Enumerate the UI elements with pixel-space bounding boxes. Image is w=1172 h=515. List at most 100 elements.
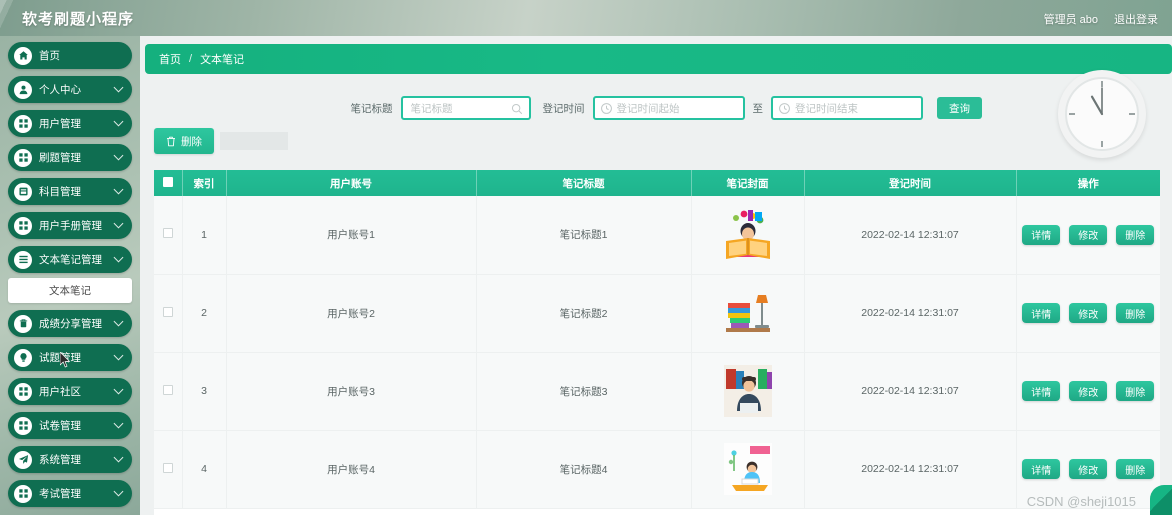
sidebar-item-11[interactable]: 系统管理 [8, 446, 132, 473]
sidebar-item-4[interactable]: 科目管理 [8, 178, 132, 205]
sidebar-item-label: 试题管理 [39, 352, 81, 364]
batch-delete-button[interactable]: 删除 [154, 128, 214, 154]
chevron-down-icon[interactable] [113, 184, 124, 195]
current-user-label: 管理员 abo [1043, 14, 1098, 26]
row-op-button-0[interactable]: 详情 [1022, 459, 1061, 479]
header-note-cover: 笔记封面 [691, 170, 805, 196]
sidebar-item-label: 文本笔记管理 [39, 254, 102, 266]
date-range-separator: 至 [752, 102, 764, 115]
chevron-down-icon[interactable] [113, 150, 124, 161]
book-icon [14, 182, 32, 201]
grid-icon [14, 484, 32, 503]
row-op-button-1[interactable]: 修改 [1069, 381, 1108, 401]
notes-table-container[interactable]: 索引 用户账号 笔记标题 笔记封面 登记时间 操作 1 用户账号1 笔记标题1 202… [154, 170, 1160, 515]
sidebar-item-12[interactable]: 考试管理 [8, 480, 132, 507]
logout-link[interactable]: 退出登录 [1114, 11, 1158, 27]
register-time-start-input[interactable]: 登记时间起始 [592, 96, 745, 120]
row-register-time: 2022-02-14 12:31:07 [804, 430, 1017, 509]
chevron-down-icon[interactable] [113, 116, 124, 127]
row-note-cover[interactable] [691, 430, 805, 509]
row-operations-cell: 详情 修改 删除 [1016, 352, 1160, 431]
sidebar-item-label: 考试管理 [39, 488, 81, 500]
sidebar-item-label: 用户社区 [39, 386, 81, 398]
row-op-button-2[interactable]: 删除 [1116, 303, 1155, 323]
sidebar-item-label: 首页 [39, 50, 60, 62]
row-checkbox[interactable] [162, 384, 173, 395]
sidebar-item-3[interactable]: 刷题管理 [8, 144, 132, 171]
sidebar-item-2[interactable]: 用户管理 [8, 110, 132, 137]
sidebar-item-1[interactable]: 个人中心 [8, 76, 132, 103]
note-cover-image[interactable] [722, 441, 774, 497]
sidebar-item-9[interactable]: 用户社区 [8, 378, 132, 405]
chevron-down-icon[interactable] [113, 316, 124, 327]
sidebar-item-0[interactable]: 首页 [8, 42, 132, 69]
row-checkbox[interactable] [162, 462, 173, 473]
row-account: 用户账号2 [226, 274, 477, 353]
sidebar-item-10[interactable]: 试卷管理 [8, 412, 132, 439]
sidebar-submenu-item-text-note[interactable]: 文本笔记 [8, 278, 132, 303]
sidebar-item-8[interactable]: 试题管理 [8, 344, 132, 371]
select-all-header[interactable] [154, 170, 183, 196]
row-op-button-2[interactable]: 删除 [1116, 459, 1155, 479]
table-row[interactable]: 3 用户账号3 笔记标题3 2022-02-14 12:31:07 详情 修改 删除 [154, 352, 1160, 431]
row-register-time: 2022-02-14 12:31:07 [804, 196, 1017, 275]
note-cover-image[interactable] [722, 285, 774, 341]
row-checkbox[interactable] [162, 306, 173, 317]
row-note-cover[interactable] [691, 196, 805, 275]
row-select-cell[interactable] [154, 274, 183, 353]
table-row[interactable]: 4 用户账号4 笔记标题4 2022-02-14 12:31:07 详情 修改 删除 [154, 430, 1160, 509]
sidebar-item-5[interactable]: 用户手册管理 [8, 212, 132, 239]
chevron-down-icon[interactable] [113, 418, 124, 429]
chevron-down-icon[interactable] [113, 384, 124, 395]
row-note-cover[interactable] [691, 352, 805, 431]
row-checkbox[interactable] [162, 228, 173, 239]
row-note-title: 笔记标题3 [476, 352, 692, 431]
note-cover-image[interactable] [722, 207, 774, 263]
row-note-cover[interactable] [691, 274, 805, 353]
row-op-button-1[interactable]: 修改 [1069, 224, 1108, 245]
grid-icon [14, 114, 32, 133]
chevron-down-icon[interactable] [113, 350, 124, 361]
chevron-down-icon[interactable] [113, 82, 124, 93]
breadcrumb-home[interactable]: 首页 [159, 51, 181, 67]
chevron-down-icon[interactable] [113, 486, 124, 497]
select-all-checkbox[interactable] [162, 176, 173, 187]
send-icon [14, 450, 32, 469]
table-toolbar: 删除 [154, 128, 288, 154]
row-operations-cell: 详情 修改 删除 [1016, 196, 1160, 275]
row-select-cell[interactable] [154, 352, 183, 431]
page-root: 软考刷题小程序 管理员 abo 退出登录 首页 个人中心 用户管理 刷题管理 科目管理用… [0, 0, 1172, 515]
row-op-button-2[interactable]: 删除 [1116, 224, 1155, 245]
bulb-icon [14, 348, 32, 367]
table-row[interactable]: 2 用户账号2 笔记标题2 2022-02-14 12:31:07 详情 修改 删除 [154, 274, 1160, 353]
row-select-cell[interactable] [154, 430, 183, 509]
sidebar-item-7[interactable]: 成绩分享管理 [8, 310, 132, 337]
row-op-button-0[interactable]: 详情 [1022, 224, 1061, 245]
sidebar-submenu-label: 文本笔记 [49, 285, 91, 297]
chevron-down-icon[interactable] [113, 252, 124, 263]
breadcrumb-current: 文本笔记 [200, 54, 245, 66]
row-op-button-1[interactable]: 修改 [1069, 303, 1108, 323]
row-index: 2 [182, 274, 227, 353]
row-register-time: 2022-02-14 12:31:07 [804, 274, 1017, 353]
notes-table: 索引 用户账号 笔记标题 笔记封面 登记时间 操作 1 用户账号1 笔记标题1 202… [154, 170, 1160, 509]
table-row[interactable]: 1 用户账号1 笔记标题1 2022-02-14 12:31:07 详情 修改 删除 [154, 196, 1160, 275]
row-select-cell[interactable] [154, 196, 183, 275]
table-head: 索引 用户账号 笔记标题 笔记封面 登记时间 操作 [154, 170, 1160, 196]
chevron-down-icon[interactable] [113, 218, 124, 229]
sidebar-item-6[interactable]: 文本笔记管理 [8, 246, 132, 273]
row-op-button-1[interactable]: 修改 [1069, 459, 1108, 479]
register-time-end-input[interactable]: 登记时间结束 [771, 96, 923, 120]
chevron-down-icon[interactable] [113, 452, 124, 463]
sidebar-item-label: 刷题管理 [39, 152, 81, 164]
trash-icon [14, 314, 32, 333]
note-title-input[interactable]: 笔记标题 [400, 96, 531, 120]
user-icon [14, 80, 32, 99]
query-button[interactable]: 查询 [937, 97, 982, 119]
note-cover-image[interactable] [722, 363, 774, 419]
toolbar-placeholder-block [220, 132, 288, 150]
row-op-button-0[interactable]: 详情 [1022, 381, 1061, 401]
row-op-button-0[interactable]: 详情 [1022, 303, 1061, 323]
clock-icon [779, 103, 790, 114]
row-op-button-2[interactable]: 删除 [1116, 381, 1155, 401]
